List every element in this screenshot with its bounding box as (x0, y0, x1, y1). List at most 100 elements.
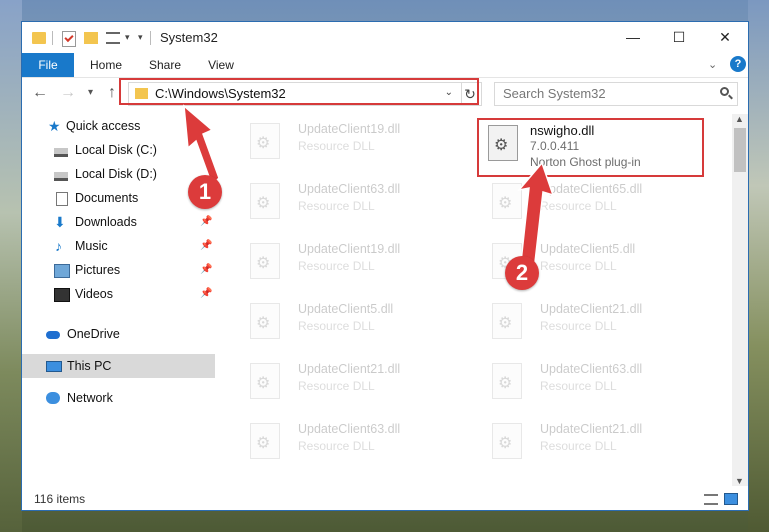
file-name: UpdateClient5.dll (540, 242, 636, 256)
sidebar-item-music[interactable]: ♪ Music 📌 (22, 234, 215, 258)
back-arrow-icon[interactable]: ← (32, 84, 48, 102)
scrollbar-thumb[interactable] (734, 128, 746, 172)
dll-file-icon (250, 363, 280, 399)
expand-ribbon-icon[interactable]: ⌄ (708, 58, 717, 71)
documents-icon (56, 192, 68, 206)
file-type: Resource DLL (540, 259, 617, 273)
file-highlight-box (477, 118, 704, 177)
quick-access-toolbar-divider (52, 31, 53, 45)
sidebar-item-label: Local Disk (D:) (75, 167, 157, 181)
pictures-icon (54, 264, 70, 278)
sidebar-item-documents[interactable]: Documents 📌 (22, 186, 215, 210)
file-item[interactable]: UpdateClient65.dll Resource DLL (482, 180, 702, 222)
sidebar-item-label: Pictures (75, 263, 121, 277)
search-input[interactable]: Search System32 (494, 82, 738, 106)
window-title: System32 (160, 30, 218, 45)
sidebar-item-quick-access[interactable]: ★ Quick access (22, 114, 215, 138)
navigation-pane: ★ Quick access Local Disk (C:) Local Dis… (22, 114, 215, 484)
pin-icon[interactable]: 📌 (200, 282, 212, 306)
sidebar-item-label: This PC (67, 359, 112, 373)
file-item[interactable]: UpdateClient63.dll Resource DLL (240, 420, 460, 462)
status-bar: 116 items (22, 488, 748, 510)
new-folder-icon[interactable] (84, 32, 98, 44)
sidebar-item-label: Local Disk (C:) (75, 143, 157, 157)
help-icon[interactable]: ? (730, 56, 746, 72)
search-placeholder: Search System32 (503, 86, 606, 101)
navigation-bar: ← → ▾ ↑ C:\Windows\System32 ⌄ ↻ Search S… (22, 78, 748, 110)
pin-icon[interactable]: 📌 (200, 210, 212, 234)
file-item[interactable]: UpdateClient63.dll Resource DLL (482, 360, 702, 402)
large-icons-view-icon[interactable] (724, 493, 738, 505)
dll-file-icon (492, 363, 522, 399)
file-item[interactable]: UpdateClient19.dll Resource DLL (240, 120, 460, 162)
sidebar-item-local-disk-c[interactable]: Local Disk (C:) (22, 138, 215, 162)
maximize-button[interactable]: ☐ (656, 22, 702, 53)
file-item[interactable]: UpdateClient21.dll Resource DLL (482, 420, 702, 462)
scroll-up-icon[interactable]: ▲ (735, 114, 744, 124)
recent-locations-icon[interactable]: ▾ (88, 87, 93, 98)
file-name: UpdateClient65.dll (540, 182, 643, 196)
file-name: UpdateClient21.dll (540, 302, 643, 316)
step-2-badge: 2 (505, 256, 539, 290)
file-item[interactable]: UpdateClient19.dll Resource DLL (240, 240, 460, 282)
music-icon: ♪ (55, 238, 62, 254)
pin-icon[interactable]: 📌 (200, 258, 212, 282)
file-type: Resource DLL (540, 199, 617, 213)
sidebar-item-videos[interactable]: Videos 📌 (22, 282, 215, 306)
file-item[interactable]: UpdateClient21.dll Resource DLL (482, 300, 702, 342)
sidebar-item-local-disk-d[interactable]: Local Disk (D:) (22, 162, 215, 186)
downloads-icon: ⬇ (54, 214, 66, 230)
close-button[interactable]: ✕ (702, 22, 748, 53)
vertical-scrollbar[interactable]: ▲ ▼ (732, 114, 748, 486)
sidebar-item-label: Network (67, 391, 113, 405)
file-item[interactable]: UpdateClient21.dll Resource DLL (240, 360, 460, 402)
sidebar-item-network[interactable]: Network (22, 386, 215, 410)
drive-icon (54, 172, 68, 181)
videos-icon (54, 288, 70, 302)
file-type: Resource DLL (540, 319, 617, 333)
sidebar-item-downloads[interactable]: ⬇ Downloads 📌 (22, 210, 215, 234)
dll-file-icon (250, 423, 280, 459)
sidebar-item-label: Documents (75, 191, 139, 205)
up-arrow-icon[interactable]: ↑ (108, 84, 116, 102)
desktop-background-left (0, 0, 22, 532)
file-type: Resource DLL (298, 439, 375, 453)
scroll-down-icon[interactable]: ▼ (735, 476, 744, 486)
item-count: 116 items (34, 492, 86, 506)
details-view-icon[interactable] (704, 494, 718, 505)
tab-view[interactable]: View (196, 53, 246, 77)
tab-file[interactable]: File (22, 53, 74, 77)
file-name: UpdateClient21.dll (540, 422, 643, 436)
onedrive-icon (46, 331, 60, 339)
pin-icon[interactable]: 📌 (200, 234, 212, 258)
file-item[interactable]: UpdateClient63.dll Resource DLL (240, 180, 460, 222)
forward-arrow-icon[interactable]: → (60, 84, 76, 102)
customize-toolbar-icon[interactable]: ▾ (138, 32, 143, 48)
search-icon[interactable] (720, 87, 729, 96)
file-type: Resource DLL (298, 199, 375, 213)
file-type: Resource DLL (298, 379, 375, 393)
sidebar-item-label: Quick access (66, 119, 141, 133)
star-icon: ★ (48, 118, 61, 134)
view-options-icon[interactable] (106, 32, 120, 44)
chevron-down-icon[interactable]: ▾ (125, 32, 130, 48)
sidebar-item-this-pc[interactable]: This PC (22, 354, 215, 378)
file-type: Resource DLL (298, 139, 375, 153)
dll-file-icon (250, 303, 280, 339)
file-explorer-window: ▾ ▾ System32 — ☐ ✕ File Home Share View … (22, 22, 748, 510)
sidebar-item-label: OneDrive (67, 327, 120, 341)
tab-home[interactable]: Home (78, 53, 134, 77)
sidebar-item-label: Videos (75, 287, 113, 301)
minimize-button[interactable]: — (610, 22, 656, 53)
sidebar-item-onedrive[interactable]: OneDrive (22, 322, 215, 346)
sidebar-item-pictures[interactable]: Pictures 📌 (22, 258, 215, 282)
tab-share[interactable]: Share (138, 53, 192, 77)
properties-icon[interactable] (62, 31, 76, 47)
sidebar-item-label: Music (75, 239, 108, 253)
dll-file-icon (250, 243, 280, 279)
file-item[interactable]: UpdateClient5.dll Resource DLL (240, 300, 460, 342)
title-bar: ▾ ▾ System32 — ☐ ✕ (22, 22, 748, 53)
file-name: UpdateClient19.dll (298, 122, 401, 136)
file-name: UpdateClient21.dll (298, 362, 401, 376)
file-type: Resource DLL (298, 259, 375, 273)
